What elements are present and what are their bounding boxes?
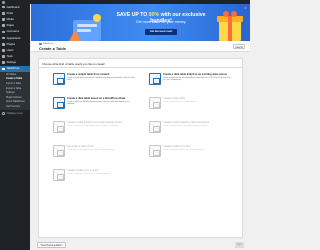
table-icon <box>53 73 65 85</box>
table-icon <box>2 67 5 71</box>
page-header: TablePress Create a Table Cancel <box>31 41 250 52</box>
view-documentation-button[interactable]: View Documentation <box>37 242 66 248</box>
promo-illustration-right <box>217 11 243 41</box>
option-google-sheets: Create a table linked to a Google Sheets… <box>53 120 137 138</box>
option-data-table: Create a data table Create a data table … <box>149 96 233 114</box>
option-query: Create a table from a query Create a tab… <box>53 168 137 186</box>
wordpress-icon <box>53 97 65 109</box>
collapse-menu-button[interactable]: Collapse menu <box>0 110 30 116</box>
wrench-icon <box>2 55 5 58</box>
link-icon <box>149 73 161 85</box>
cancel-button[interactable]: Cancel <box>233 43 245 50</box>
media-icon <box>2 18 5 21</box>
plugin-icon <box>2 42 5 46</box>
data-table-icon <box>149 97 161 109</box>
next-button[interactable]: Next <box>235 242 244 248</box>
option-wordpress-data[interactable]: Create a data table based on a WordPress… <box>53 96 137 114</box>
page-footer: View Documentation Next <box>31 240 250 250</box>
collapse-icon <box>2 112 5 115</box>
sparkle-icon <box>53 145 65 157</box>
admin-sidebar: Dashboard Posts Media Pages Comments App… <box>0 4 30 250</box>
option-linked-data-source[interactable]: Create a data table linked to an existin… <box>149 72 233 90</box>
database-icon <box>53 169 65 181</box>
close-banner-icon[interactable]: × <box>244 7 247 10</box>
breadcrumb: TablePress <box>39 42 53 46</box>
submenu-get-premium[interactable]: Get Premium <box>0 105 30 110</box>
option-ai-generate: Generate a table via AI Let the AI gener… <box>53 144 137 162</box>
settings-icon <box>2 61 5 65</box>
tablepress-logo-icon <box>39 42 42 46</box>
promo-illustration-left <box>69 14 101 41</box>
dashboard-icon <box>2 5 5 9</box>
card-heading: Choose what kind of table would you like… <box>42 62 105 66</box>
get-discount-button[interactable]: Get discount now! <box>145 29 177 35</box>
pin-icon <box>2 11 5 15</box>
option-simple-table[interactable]: Create a simple table from scratch Creat… <box>53 72 137 90</box>
cart-icon <box>149 121 161 133</box>
option-woocommerce: Create a table based on WooCommerce Crea… <box>149 120 233 138</box>
file-icon <box>149 145 161 157</box>
table-type-card: Choose what kind of table would you like… <box>38 58 243 238</box>
page-title: Create a Table <box>39 46 67 51</box>
page-icon <box>2 24 5 27</box>
tablepress-submenu: All Tables Create a Table Import a Table… <box>0 72 30 111</box>
sheet-icon <box>53 121 65 133</box>
promo-banner: SAVE UP TO 80% with our exclusive bundle… <box>31 4 250 41</box>
comment-icon <box>2 30 5 34</box>
users-icon <box>2 49 5 52</box>
promo-subline: Get more value for your money. <box>135 19 187 24</box>
brush-icon <box>2 36 5 40</box>
option-files: Create a table from files Create a table… <box>149 144 233 162</box>
